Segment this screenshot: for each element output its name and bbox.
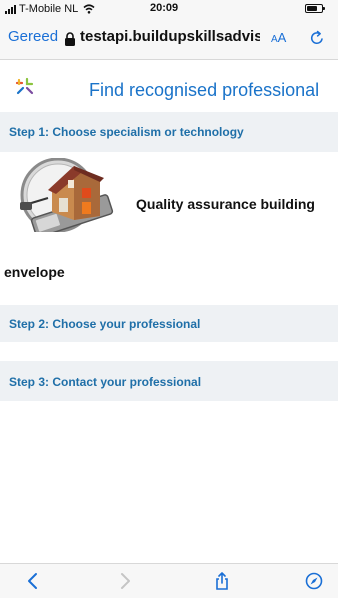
reload-icon[interactable] <box>309 30 325 46</box>
step-3-label: Step 3: Contact your professional <box>9 375 202 389</box>
reader-label-small: A <box>271 34 278 45</box>
browser-bar: Gereed testapi.buildupskillsadvisor AA <box>0 18 338 60</box>
bottom-toolbar <box>0 563 338 598</box>
wifi-icon <box>83 4 95 14</box>
specialism-label-line1: Quality assurance building <box>136 196 315 212</box>
reader-label-large: A <box>277 30 287 45</box>
reader-text-size-button[interactable]: AA <box>271 30 286 45</box>
step-1-header[interactable]: Step 1: Choose specialism or technology <box>0 112 338 152</box>
status-left: T-Mobile NL <box>5 3 95 15</box>
status-time: 20:09 <box>150 2 179 14</box>
page-title: Find recognised professional <box>89 80 320 100</box>
page-header: Find recognised professional <box>0 60 338 112</box>
step-1-label: Step 1: Choose specialism or technology <box>9 125 244 139</box>
step-2-header[interactable]: Step 2: Choose your professional <box>0 305 338 342</box>
house-image <box>20 158 114 232</box>
done-button[interactable]: Gereed <box>8 28 58 45</box>
battery-icon <box>305 4 325 13</box>
step-3-header[interactable]: Step 3: Contact your professional <box>0 361 338 401</box>
compass-icon[interactable] <box>305 572 323 590</box>
carrier-label: T-Mobile NL <box>19 3 79 15</box>
signal-icon <box>5 4 16 14</box>
url-field[interactable]: testapi.buildupskillsadvisor <box>80 28 260 45</box>
specialism-option[interactable]: Quality assurance building envelope <box>0 152 338 300</box>
status-bar: T-Mobile NL 20:09 <box>0 0 338 18</box>
specialism-label-line2: envelope <box>4 264 65 280</box>
chevron-right-icon[interactable] <box>116 572 134 590</box>
chevron-left-icon[interactable] <box>24 572 42 590</box>
lock-icon <box>65 32 75 46</box>
step-2-label: Step 2: Choose your professional <box>9 317 201 331</box>
share-icon[interactable] <box>213 572 231 590</box>
logo-icon <box>15 77 34 95</box>
